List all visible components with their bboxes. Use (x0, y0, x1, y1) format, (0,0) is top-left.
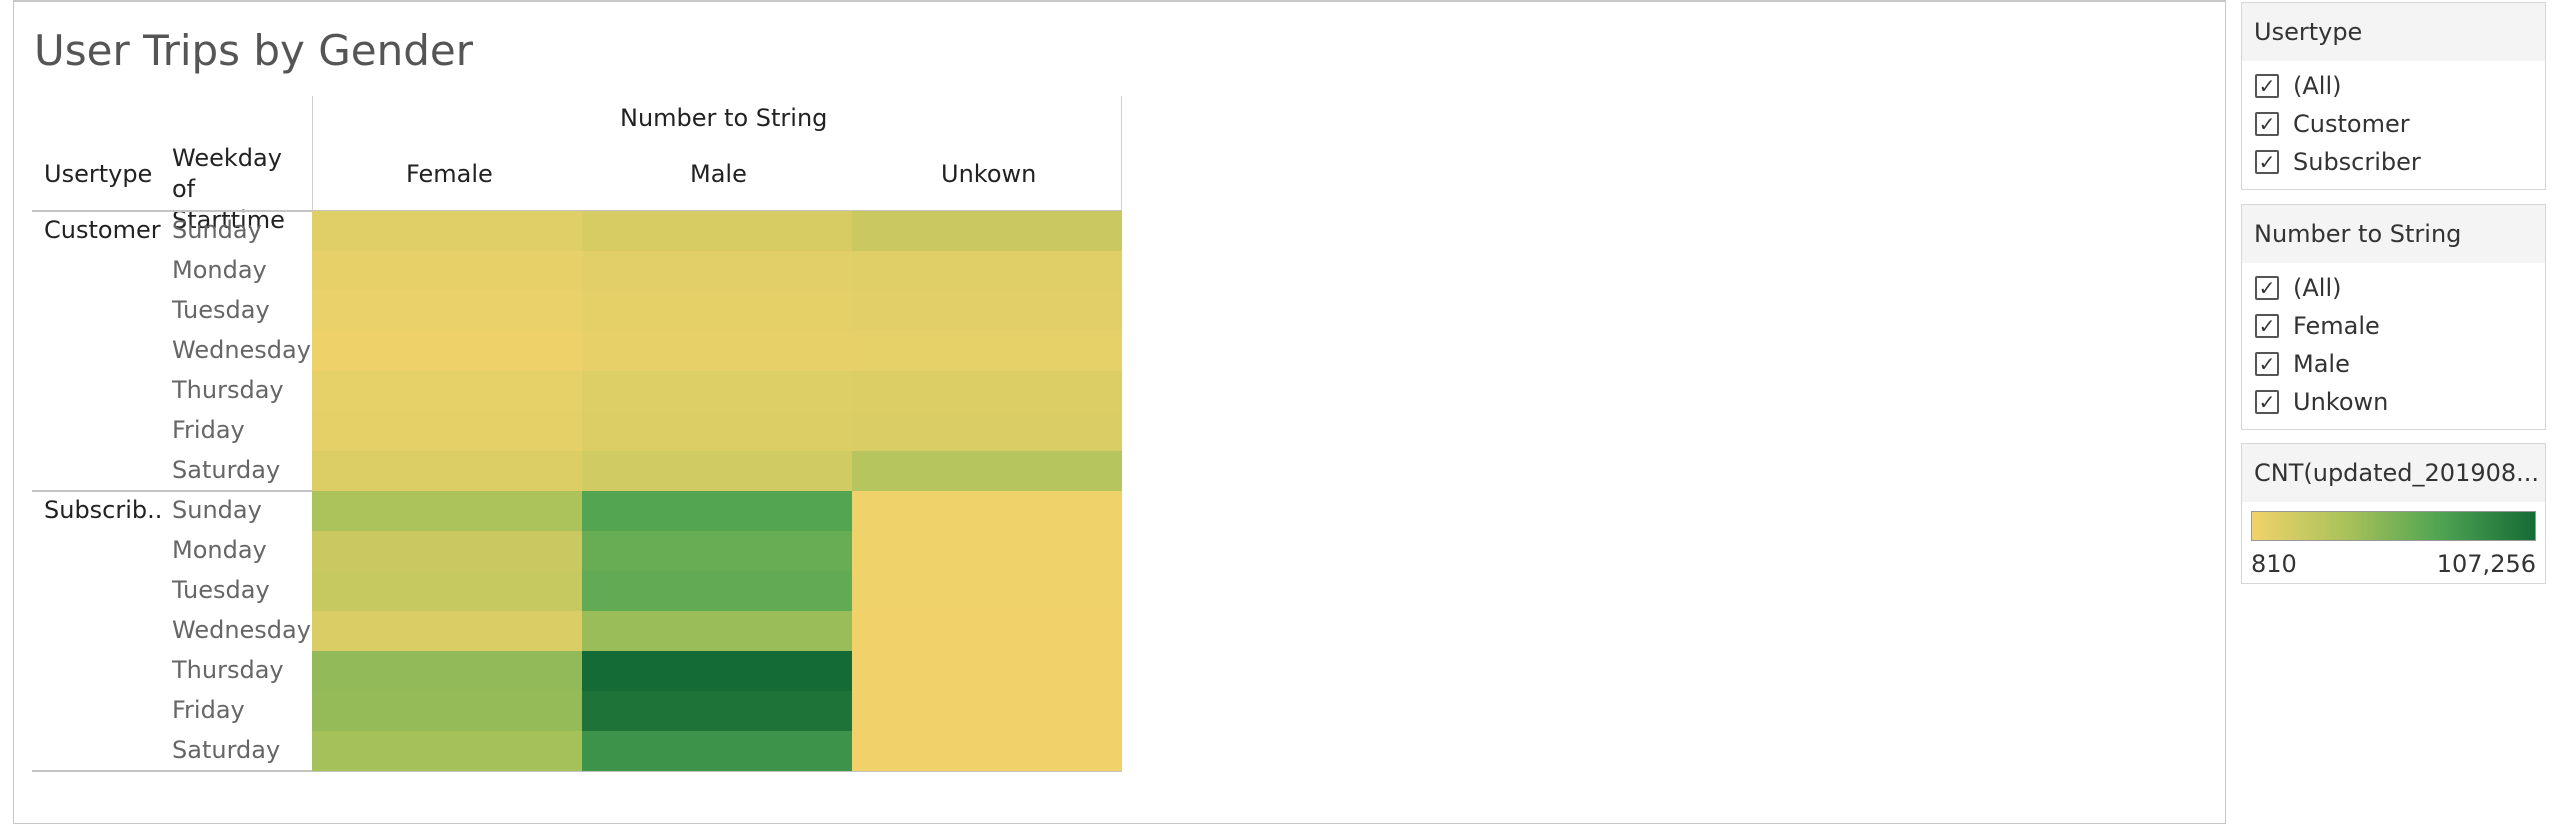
weekday-label-saturday: Saturday (172, 736, 281, 764)
heatmap-cell[interactable] (852, 691, 1122, 731)
heatmap-cell[interactable] (312, 571, 582, 611)
weekday-label-thursday: Thursday (172, 656, 284, 684)
heatmap-cell[interactable] (582, 731, 852, 771)
heatmap-cell[interactable] (852, 371, 1122, 411)
weekday-label-sunday: Sunday (172, 496, 262, 524)
heatmap-cell[interactable] (582, 531, 852, 571)
color-legend-min: 810 (2251, 550, 2297, 578)
gender-filter-panel: Number to String ✓ (All) ✓ Female ✓ Male… (2241, 204, 2546, 430)
header-right-divider (1121, 96, 1122, 211)
weekday-label-tuesday: Tuesday (172, 576, 270, 604)
heatmap-cell[interactable] (582, 651, 852, 691)
heatmap-cell[interactable] (312, 211, 582, 251)
heatmap (312, 211, 1122, 771)
heatmap-cell[interactable] (312, 451, 582, 491)
filter-label: Male (2293, 350, 2350, 378)
heatmap-cell[interactable] (312, 691, 582, 731)
gender-col-male[interactable]: Male (690, 160, 747, 188)
weekday-label-sunday: Sunday (172, 216, 262, 244)
weekday-label-tuesday: Tuesday (172, 296, 270, 324)
gender-filter-title: Number to String (2242, 205, 2545, 263)
group-label-subscriber[interactable]: Subscrib.. (44, 496, 162, 524)
heatmap-cell[interactable] (852, 491, 1122, 531)
heatmap-cell[interactable] (852, 251, 1122, 291)
heatmap-cell[interactable] (312, 651, 582, 691)
heatmap-cell[interactable] (312, 611, 582, 651)
filter-item-subscriber[interactable]: ✓ Subscriber (2242, 143, 2545, 181)
heatmap-cell[interactable] (852, 531, 1122, 571)
filter-item-female[interactable]: ✓ Female (2242, 307, 2545, 345)
checkbox-icon[interactable]: ✓ (2255, 276, 2279, 300)
heatmap-cell[interactable] (582, 411, 852, 451)
group-label-customer[interactable]: Customer (44, 216, 161, 244)
filter-item-unknown[interactable]: ✓ Unkown (2242, 383, 2545, 421)
weekday-label-monday: Monday (172, 536, 267, 564)
color-legend-gradient (2251, 511, 2536, 541)
checkbox-icon[interactable]: ✓ (2255, 150, 2279, 174)
weekday-label-friday: Friday (172, 416, 245, 444)
weekday-label-thursday: Thursday (172, 376, 284, 404)
checkbox-icon[interactable]: ✓ (2255, 112, 2279, 136)
heatmap-cell[interactable] (582, 691, 852, 731)
heatmap-cell[interactable] (582, 491, 852, 531)
checkbox-icon[interactable]: ✓ (2255, 390, 2279, 414)
usertype-filter-panel: Usertype ✓ (All) ✓ Customer ✓ Subscriber (2241, 2, 2546, 190)
weekday-label-saturday: Saturday (172, 456, 281, 484)
row-header-usertype: Usertype (44, 160, 153, 188)
filter-item-usertype-all[interactable]: ✓ (All) (2242, 67, 2545, 105)
heatmap-cell[interactable] (582, 611, 852, 651)
column-header-title: Number to String (620, 104, 828, 132)
color-legend-max: 107,256 (2436, 550, 2536, 578)
filter-item-gender-all[interactable]: ✓ (All) (2242, 269, 2545, 307)
filter-label: (All) (2293, 274, 2342, 302)
checkbox-icon[interactable]: ✓ (2255, 352, 2279, 376)
heatmap-cell[interactable] (582, 451, 852, 491)
weekday-label-friday: Friday (172, 696, 245, 724)
heatmap-cell[interactable] (852, 611, 1122, 651)
filter-label: Subscriber (2293, 148, 2421, 176)
filter-item-customer[interactable]: ✓ Customer (2242, 105, 2545, 143)
heatmap-cell[interactable] (582, 251, 852, 291)
heatmap-cell[interactable] (312, 491, 582, 531)
weekday-label-monday: Monday (172, 256, 267, 284)
heatmap-cell[interactable] (312, 331, 582, 371)
heatmap-cell[interactable] (852, 571, 1122, 611)
page-title: User Trips by Gender (34, 26, 474, 75)
color-legend-panel: CNT(updated_201908... 810 107,256 (2241, 443, 2546, 584)
weekday-label-wednesday: Wednesday (172, 616, 311, 644)
heatmap-cell[interactable] (582, 571, 852, 611)
heatmap-cell[interactable] (312, 531, 582, 571)
heatmap-cell[interactable] (852, 731, 1122, 771)
heatmap-cell[interactable] (852, 411, 1122, 451)
filter-item-male[interactable]: ✓ Male (2242, 345, 2545, 383)
weekday-label-wednesday: Wednesday (172, 336, 311, 364)
heatmap-cell[interactable] (312, 291, 582, 331)
checkbox-icon[interactable]: ✓ (2255, 74, 2279, 98)
heatmap-cell[interactable] (582, 211, 852, 251)
heatmap-cell[interactable] (582, 331, 852, 371)
color-legend-title: CNT(updated_201908... (2242, 444, 2545, 502)
heatmap-cell[interactable] (852, 291, 1122, 331)
gender-col-unknown[interactable]: Unkown (941, 160, 1036, 188)
filter-label: Unkown (2293, 388, 2389, 416)
heatmap-cell[interactable] (852, 211, 1122, 251)
gender-col-female[interactable]: Female (406, 160, 493, 188)
heatmap-cell[interactable] (582, 371, 852, 411)
filter-label: Female (2293, 312, 2380, 340)
heatmap-cell[interactable] (852, 651, 1122, 691)
header-left-divider (312, 96, 313, 211)
filter-label: Customer (2293, 110, 2410, 138)
heatmap-cell[interactable] (852, 331, 1122, 371)
heatmap-cell[interactable] (312, 411, 582, 451)
heatmap-cell[interactable] (312, 731, 582, 771)
checkbox-icon[interactable]: ✓ (2255, 314, 2279, 338)
heatmap-cell[interactable] (312, 371, 582, 411)
filter-label: (All) (2293, 72, 2342, 100)
heatmap-cell[interactable] (852, 451, 1122, 491)
usertype-filter-title: Usertype (2242, 3, 2545, 61)
heatmap-cell[interactable] (312, 251, 582, 291)
heatmap-cell[interactable] (582, 291, 852, 331)
